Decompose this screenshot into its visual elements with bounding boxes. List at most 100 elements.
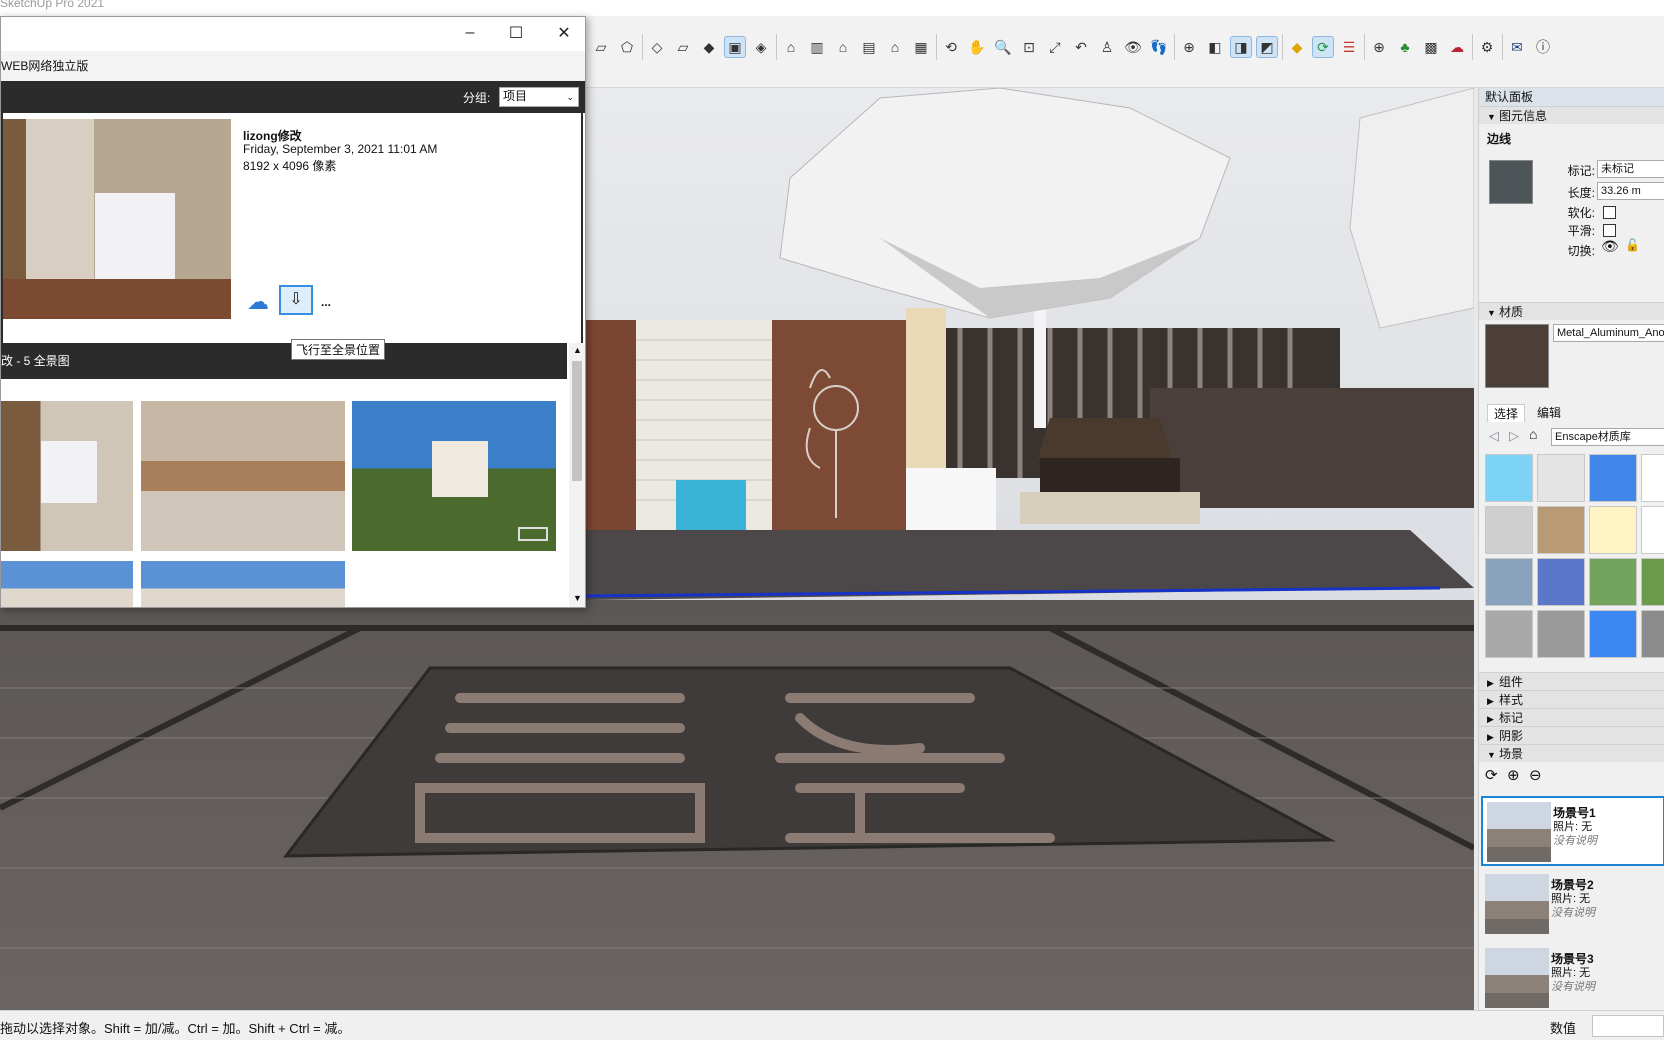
material-swatch[interactable] [1485, 454, 1533, 502]
material-swatch[interactable] [1537, 610, 1585, 658]
material-swatch[interactable] [1589, 454, 1637, 502]
front-view-icon[interactable]: ⌂ [832, 36, 854, 58]
lock-icon[interactable]: 🔓 [1625, 238, 1640, 252]
enscape-views-icon[interactable]: ☰ [1338, 36, 1360, 58]
left-view-icon[interactable]: ▦ [910, 36, 932, 58]
material-name-field[interactable]: Metal_Aluminum_Anodized [1553, 324, 1664, 342]
entity-info-header[interactable]: ▼ 图元信息 [1479, 106, 1664, 124]
zoom-icon[interactable]: 🔍 [992, 36, 1014, 58]
scroll-down-icon[interactable]: ▼ [573, 593, 582, 603]
checker-icon[interactable]: ▩ [1420, 36, 1442, 58]
add-scene-icon[interactable]: ⊕ [1507, 766, 1520, 784]
close-icon[interactable]: ✕ [549, 23, 579, 43]
scene-item[interactable]: 场景号3 照片: 无没有说明 [1481, 944, 1664, 1014]
home-icon[interactable]: ⌂ [1529, 426, 1537, 442]
gallery-thumb[interactable] [1, 401, 133, 551]
tab-select[interactable]: 选择 [1487, 404, 1526, 422]
position-camera-icon[interactable]: ♙ [1096, 36, 1118, 58]
gallery-thumb[interactable] [1, 561, 133, 607]
collapsed-section-header[interactable]: ▶ 样式 [1479, 690, 1664, 708]
forward-arrow-icon[interactable]: ▷ [1509, 428, 1519, 444]
current-material-swatch[interactable] [1485, 324, 1549, 388]
minimize-icon[interactable]: – [455, 23, 485, 43]
look-around-icon[interactable]: 👁 [1122, 36, 1144, 58]
gallery-scrollbar[interactable]: ▲ ▼ [569, 343, 585, 607]
walk-icon[interactable]: 👣 [1148, 36, 1170, 58]
gallery-thumb[interactable] [352, 401, 556, 551]
maximize-icon[interactable]: ☐ [501, 23, 531, 43]
add-circle-icon[interactable]: ⊕ [1368, 36, 1390, 58]
face-icon[interactable]: ▱ [672, 36, 694, 58]
refresh-scene-icon[interactable]: ⟳ [1485, 766, 1498, 784]
material-swatch[interactable] [1589, 506, 1637, 554]
group-dropdown[interactable]: 项目 ⌄ [499, 87, 579, 107]
info-icon[interactable]: ⓘ [1532, 36, 1554, 58]
tag-dropdown[interactable]: 未标记 [1597, 160, 1664, 178]
scene-item[interactable]: 场景号1 照片: 无没有说明 [1481, 796, 1664, 866]
previous-view-icon[interactable]: ↶ [1070, 36, 1092, 58]
enscape-start-icon[interactable]: ◆ [1286, 36, 1308, 58]
feedback-mail-icon[interactable]: ✉ [1506, 36, 1528, 58]
smooth-checkbox[interactable] [1603, 224, 1616, 237]
zoom-window-icon[interactable]: ⊡ [1018, 36, 1040, 58]
section-plane-icon[interactable]: ⊕ [1178, 36, 1200, 58]
length-field[interactable]: 33.26 m [1597, 182, 1664, 200]
cloud-upload-icon[interactable]: ☁ [1446, 36, 1468, 58]
material-swatch[interactable] [1589, 558, 1637, 606]
scroll-up-icon[interactable]: ▲ [573, 345, 582, 355]
section-cut-icon[interactable]: ◨ [1230, 36, 1252, 58]
enscape-sync-icon[interactable]: ⟳ [1312, 36, 1334, 58]
materials-header[interactable]: ▼ 材质 [1479, 302, 1664, 320]
material-swatch[interactable] [1537, 454, 1585, 502]
iso-house-icon[interactable]: ⌂ [780, 36, 802, 58]
section-display-icon[interactable]: ◧ [1204, 36, 1226, 58]
monochrome-icon[interactable]: ◈ [750, 36, 772, 58]
back-view-icon[interactable]: ⌂ [884, 36, 906, 58]
material-swatch[interactable] [1537, 506, 1585, 554]
right-view-icon[interactable]: ▤ [858, 36, 880, 58]
back-arrow-icon[interactable]: ◁ [1489, 428, 1499, 444]
scene-item[interactable]: 场景号2 照片: 无没有说明 [1481, 870, 1664, 940]
zoom-extents-icon[interactable]: ⤢ [1044, 36, 1066, 58]
soften-label: 软化: [1567, 206, 1595, 220]
material-swatch[interactable] [1641, 558, 1664, 606]
gallery-thumb[interactable] [141, 401, 345, 551]
upload-cloud-icon[interactable]: ☁ [247, 289, 269, 315]
material-preview-swatch[interactable] [1489, 160, 1533, 204]
pan-icon[interactable]: ✋ [966, 36, 988, 58]
scenes-header[interactable]: ▼ 场景 [1479, 744, 1664, 762]
material-swatch[interactable] [1485, 506, 1533, 554]
textured-icon[interactable]: ▣ [724, 36, 746, 58]
fly-to-panorama-icon[interactable]: ⇩ [279, 285, 313, 315]
material-library-dropdown[interactable]: Enscape材质库 [1551, 428, 1664, 446]
orbit-icon[interactable]: ⟲ [940, 36, 962, 58]
collapsed-section-header[interactable]: ▶ 组件 [1479, 672, 1664, 690]
scroll-thumb[interactable] [572, 361, 582, 481]
visibility-eye-icon[interactable]: 👁 [1601, 238, 1619, 255]
material-swatch[interactable] [1537, 558, 1585, 606]
more-options-button[interactable]: ... [321, 295, 331, 309]
polygon-icon[interactable]: ⬠ [616, 36, 638, 58]
material-swatch[interactable] [1485, 610, 1533, 658]
shaded-icon[interactable]: ◆ [698, 36, 720, 58]
iso-view-icon[interactable]: ◇ [646, 36, 668, 58]
soften-checkbox[interactable] [1603, 206, 1616, 219]
material-swatch[interactable] [1641, 610, 1664, 658]
material-swatch[interactable] [1641, 454, 1664, 502]
material-swatch[interactable] [1641, 506, 1664, 554]
top-view-icon[interactable]: ▥ [806, 36, 828, 58]
material-swatch[interactable] [1589, 610, 1637, 658]
collapsed-section-header[interactable]: ▶ 阴影 [1479, 726, 1664, 744]
gallery-thumb[interactable] [141, 561, 345, 607]
rectangle-icon[interactable]: ▱ [590, 36, 612, 58]
tab-edit[interactable]: 编辑 [1531, 404, 1567, 421]
settings-gear-icon[interactable]: ⚙ [1476, 36, 1498, 58]
collapsed-section-header[interactable]: ▶ 标记 [1479, 708, 1664, 726]
scene-thumbnail [1487, 802, 1551, 862]
measurements-input[interactable] [1592, 1015, 1664, 1037]
tree-icon[interactable]: ♣ [1394, 36, 1416, 58]
material-swatch[interactable] [1485, 558, 1533, 606]
remove-scene-icon[interactable]: ⊖ [1529, 766, 1542, 784]
panorama-preview[interactable] [3, 119, 231, 319]
section-fill-icon[interactable]: ◩ [1256, 36, 1278, 58]
